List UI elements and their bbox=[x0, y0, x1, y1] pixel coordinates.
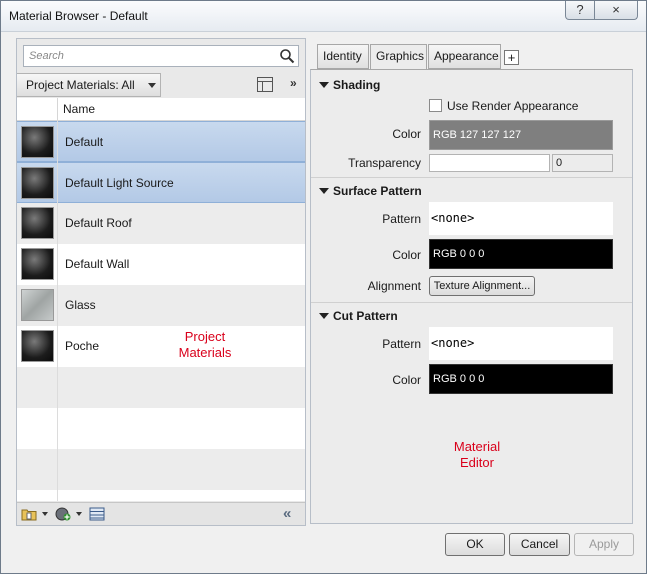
search-input[interactable]: Search bbox=[23, 45, 299, 67]
surface-color-swatch[interactable]: RGB 0 0 0 bbox=[429, 239, 613, 269]
cut-pattern-field[interactable]: <none> bbox=[429, 327, 613, 360]
empty-row bbox=[17, 367, 305, 408]
list-item[interactable]: Default bbox=[17, 121, 305, 162]
create-material-icon[interactable] bbox=[55, 507, 71, 521]
library-filter-dropdown[interactable]: Project Materials: All bbox=[17, 73, 161, 97]
use-render-appearance-label: Use Render Appearance bbox=[447, 99, 579, 113]
expand-more-icon[interactable]: » bbox=[290, 76, 297, 90]
column-divider bbox=[57, 121, 58, 501]
texture-alignment-button[interactable]: Texture Alignment... bbox=[429, 276, 535, 296]
chevron-down-icon bbox=[148, 83, 156, 88]
list-item-label: Default Wall bbox=[65, 257, 130, 271]
surface-pattern-section-header[interactable]: Surface Pattern bbox=[319, 184, 422, 198]
column-divider bbox=[57, 98, 58, 121]
collapse-triangle-icon bbox=[319, 82, 329, 88]
cancel-button[interactable]: Cancel bbox=[509, 533, 570, 556]
sphere-dark-icon bbox=[21, 330, 54, 362]
list-item[interactable]: Default Wall bbox=[17, 244, 305, 285]
chevron-down-icon[interactable] bbox=[76, 512, 82, 516]
section-divider bbox=[311, 302, 632, 303]
section-title: Shading bbox=[333, 78, 381, 92]
search-placeholder: Search bbox=[29, 50, 64, 62]
apply-button[interactable]: Apply bbox=[574, 533, 634, 556]
collapse-panel-icon[interactable]: « bbox=[283, 505, 291, 522]
browser-toolbar: « bbox=[17, 502, 305, 525]
surface-color-label: Color bbox=[392, 248, 421, 262]
material-editor-annotation: Material Editor bbox=[453, 439, 501, 470]
sphere-dark-icon bbox=[21, 248, 54, 280]
project-materials-annotation: Project Materials bbox=[178, 329, 232, 360]
library-bar: Project Materials: All » bbox=[17, 73, 305, 97]
chevron-down-icon[interactable] bbox=[42, 512, 48, 516]
list-item-label: Default bbox=[65, 135, 104, 149]
list-item[interactable]: Default Roof bbox=[17, 203, 305, 244]
shading-section-header[interactable]: Shading bbox=[319, 78, 380, 92]
toggle-library-panel-icon[interactable] bbox=[257, 77, 273, 92]
list-item-label: Poche bbox=[65, 339, 100, 353]
graphics-properties: Shading Use Render Appearance Color RGB … bbox=[310, 69, 633, 524]
tab-graphics[interactable]: Graphics bbox=[370, 44, 427, 70]
glass-swatch-icon bbox=[21, 289, 54, 321]
close-button[interactable]: × bbox=[594, 1, 638, 20]
list-item[interactable]: Default Light Source bbox=[17, 162, 305, 203]
list-item-label: Default Light Source bbox=[65, 176, 174, 190]
material-browser-window: Material Browser - Default ? × Search Pr… bbox=[0, 0, 647, 574]
help-button[interactable]: ? bbox=[565, 1, 595, 20]
title-bar: Material Browser - Default ? × bbox=[1, 1, 646, 32]
surface-pattern-field[interactable]: <none> bbox=[429, 202, 613, 235]
transparency-value-field[interactable]: 0 bbox=[552, 154, 613, 172]
sphere-dark-icon bbox=[21, 126, 54, 158]
sphere-dark-icon bbox=[21, 167, 54, 199]
cut-pattern-section-header[interactable]: Cut Pattern bbox=[319, 309, 398, 323]
tab-identity[interactable]: Identity bbox=[317, 44, 369, 69]
list-item-label: Glass bbox=[65, 298, 96, 312]
material-editor-panel: Identity Graphics Appearance + Shading U… bbox=[310, 38, 633, 526]
ok-button[interactable]: OK bbox=[445, 533, 505, 556]
add-tab-icon[interactable]: + bbox=[504, 50, 519, 65]
asset-browser-icon[interactable] bbox=[89, 507, 105, 521]
empty-row bbox=[17, 449, 305, 490]
alignment-label: Alignment bbox=[367, 279, 421, 293]
transparency-label: Transparency bbox=[348, 156, 421, 170]
use-render-appearance-checkbox[interactable] bbox=[429, 99, 442, 112]
material-list: Name Default Default Light Source Defaul… bbox=[17, 98, 305, 501]
section-divider bbox=[311, 177, 632, 178]
list-item-label: Default Roof bbox=[65, 216, 132, 230]
list-item[interactable]: Glass bbox=[17, 285, 305, 326]
surface-pattern-label: Pattern bbox=[382, 212, 421, 226]
search-icon[interactable] bbox=[279, 48, 295, 64]
material-browser-panel: Search Project Materials: All » Name Def… bbox=[16, 38, 306, 526]
window-title: Material Browser - Default bbox=[9, 9, 148, 23]
section-title: Cut Pattern bbox=[333, 309, 398, 323]
cut-pattern-label: Pattern bbox=[382, 337, 421, 351]
shading-color-label: Color bbox=[392, 127, 421, 141]
collapse-triangle-icon bbox=[319, 188, 329, 194]
editor-tabs: Identity Graphics Appearance + bbox=[310, 44, 633, 70]
cut-color-label: Color bbox=[392, 373, 421, 387]
collapse-triangle-icon bbox=[319, 313, 329, 319]
sphere-dark-icon bbox=[21, 207, 54, 239]
empty-row bbox=[17, 408, 305, 449]
transparency-slider[interactable] bbox=[429, 154, 550, 172]
library-folder-icon[interactable] bbox=[21, 507, 37, 521]
section-title: Surface Pattern bbox=[333, 184, 422, 198]
tab-appearance[interactable]: Appearance bbox=[428, 44, 501, 69]
list-header: Name bbox=[17, 98, 305, 121]
name-column-header[interactable]: Name bbox=[63, 102, 95, 116]
library-filter-label: Project Materials: All bbox=[26, 78, 135, 92]
cut-color-swatch[interactable]: RGB 0 0 0 bbox=[429, 364, 613, 394]
shading-color-swatch[interactable]: RGB 127 127 127 bbox=[429, 120, 613, 150]
